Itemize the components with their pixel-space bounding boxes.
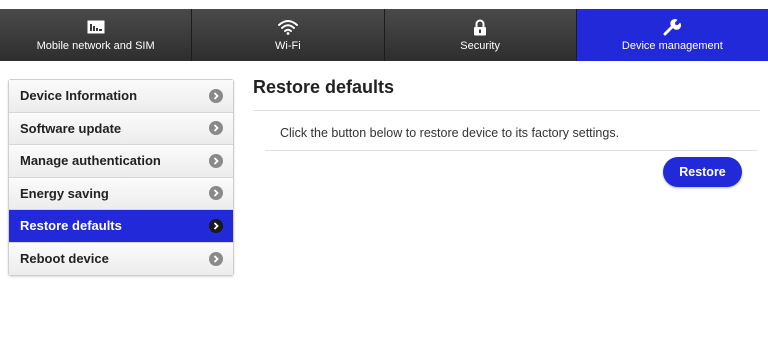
sidebar-item-label: Software update	[20, 120, 122, 136]
sidebar-item-label: Manage authentication	[20, 153, 161, 169]
sidebar-item-label: Device Information	[20, 88, 138, 104]
divider	[253, 110, 760, 111]
tab-label: Security	[460, 40, 500, 52]
sidebar-item-manage-authentication[interactable]: Manage authentication	[9, 145, 233, 178]
top-navigation: Mobile network and SIM Wi-Fi Security De…	[0, 9, 768, 61]
chevron-right-icon	[209, 218, 223, 233]
tab-label: Mobile network and SIM	[36, 40, 155, 52]
sidebar-item-reboot-device[interactable]: Reboot device	[9, 242, 233, 275]
divider	[265, 150, 757, 151]
tab-label: Device management	[621, 40, 723, 52]
sidebar-item-label: Reboot device	[20, 251, 109, 267]
wrench-icon	[663, 18, 682, 36]
chevron-right-icon	[209, 186, 223, 201]
sidebar-item-software-update[interactable]: Software update	[9, 112, 233, 145]
sidebar-item-label: Energy saving	[20, 185, 109, 201]
sidebar-item-device-information[interactable]: Device Information	[9, 80, 233, 113]
restore-description: Click the button below to restore device…	[280, 126, 620, 140]
restore-button[interactable]: Restore	[663, 157, 742, 187]
tab-security[interactable]: Security	[385, 9, 577, 61]
sidebar-item-label: Restore defaults	[20, 218, 122, 234]
tab-wifi[interactable]: Wi-Fi	[192, 9, 385, 61]
chevron-right-icon	[209, 88, 223, 103]
chevron-right-icon	[209, 121, 223, 136]
tab-device-management[interactable]: Device management	[576, 9, 768, 61]
sidebar-item-restore-defaults[interactable]: Restore defaults	[9, 210, 233, 243]
tab-label: Wi-Fi	[275, 40, 301, 52]
sim-card-icon	[87, 18, 105, 36]
chevron-right-icon	[209, 251, 223, 266]
lock-icon	[473, 18, 487, 36]
page-title: Restore defaults	[253, 77, 395, 97]
tab-mobile-network-and-sim[interactable]: Mobile network and SIM	[0, 9, 193, 61]
wifi-icon	[277, 18, 298, 36]
chevron-right-icon	[209, 153, 223, 168]
sidebar-item-energy-saving[interactable]: Energy saving	[9, 177, 233, 210]
sidebar-menu: Device Information Software update Manag…	[8, 79, 234, 276]
